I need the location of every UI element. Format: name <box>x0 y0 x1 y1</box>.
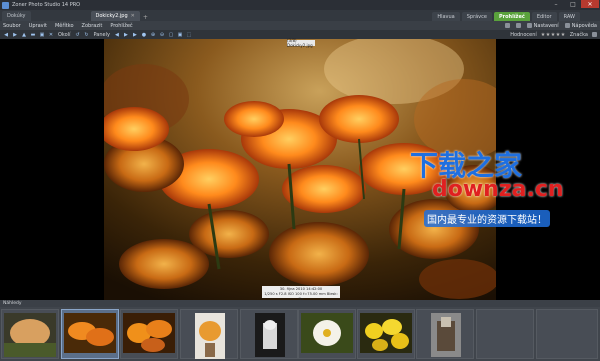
thumbnail-image <box>64 313 116 353</box>
minimize-button[interactable]: – <box>548 0 564 8</box>
tab-dokicky2[interactable]: Dokicky2.jpg ✕ <box>90 11 140 21</box>
fullscreen-icon[interactable]: ⬚ <box>186 32 192 38</box>
thumbnail-image <box>195 313 225 359</box>
play-icon[interactable]: ▶ <box>132 32 138 38</box>
next-icon[interactable]: ▶ <box>123 32 129 38</box>
add-tab-icon[interactable]: + <box>143 14 148 21</box>
menu-prohlizec[interactable]: Prohlížeč <box>110 23 132 29</box>
thumbnail-image <box>301 313 353 353</box>
thumbnail-empty-1 <box>476 309 534 359</box>
watermark-slogan: 国内最专业的资源下载站！ <box>424 210 550 227</box>
tab-dokuky[interactable]: Dokúky <box>2 11 31 21</box>
menu-upravit[interactable]: Upravit <box>29 23 47 29</box>
menu-nastaveni[interactable]: Nastavení <box>526 22 559 29</box>
filmstrip-label: Náhledy <box>3 301 22 306</box>
label-color-icon[interactable] <box>592 32 597 37</box>
thumbnail-image <box>360 313 412 353</box>
window-title: Zoner Photo Studio 14 PRO <box>12 2 81 8</box>
site-watermark: 下载之家 downza.cn 国内最专业的资源下载站！ <box>410 144 600 234</box>
photo-info-box: 30. října 2010 14:42:00 1/250 s F2.8 ISO… <box>262 286 340 301</box>
mode-hlavua[interactable]: Hlavua <box>432 12 460 21</box>
thumbnail-empty-2 <box>536 309 598 359</box>
title-bar: Zoner Photo Studio 14 PRO <box>0 0 600 10</box>
forward-icon[interactable]: ▶ <box>12 32 18 38</box>
thumbnail-6[interactable] <box>298 309 356 359</box>
prev-icon[interactable]: ◀ <box>114 32 120 38</box>
up-icon[interactable]: ▲ <box>21 32 27 38</box>
menu-napoveda[interactable]: Nápověda <box>564 22 597 29</box>
rotate-right-icon[interactable]: ↻ <box>84 32 90 38</box>
folder-icon[interactable]: ▬ <box>30 32 36 38</box>
zoom-in-icon[interactable]: ⊕ <box>150 32 156 38</box>
filmstrip-header: Náhledy <box>0 300 600 307</box>
thumbnail-4[interactable] <box>180 309 238 359</box>
thumbnail-2[interactable] <box>61 309 119 359</box>
thumbnail-image <box>4 313 56 357</box>
screen-icon[interactable] <box>515 23 521 28</box>
mode-raw[interactable]: RAW <box>558 12 580 21</box>
thumbnail-8[interactable] <box>416 309 474 359</box>
menu-meritko[interactable]: Měřítko <box>55 23 74 29</box>
menu-nastaveni-label: Nastavení <box>533 22 559 29</box>
hodnoceni-label: Hodnocení <box>510 31 537 38</box>
znacka-label: Značka <box>569 31 588 38</box>
info-icon[interactable]: ● <box>141 32 147 38</box>
thumbnail-7[interactable] <box>357 309 415 359</box>
menu-napoveda-label: Nápověda <box>571 22 597 29</box>
thumbnail-image <box>255 313 285 357</box>
panely-button[interactable]: Panely <box>94 32 110 38</box>
thumbnail-1[interactable] <box>1 309 59 359</box>
menu-bar: Soubor Upravit Měřítko Zobrazit Prohlíže… <box>0 21 600 30</box>
back-icon[interactable]: ◀ <box>3 32 9 38</box>
zoom-out-icon[interactable]: ⊖ <box>159 32 165 38</box>
fit-icon[interactable]: ▢ <box>168 32 174 38</box>
thumbnail-3[interactable] <box>120 309 178 359</box>
maximize-button[interactable]: □ <box>565 0 581 8</box>
mode-editor[interactable]: Editor <box>531 12 557 21</box>
thumbnail-5[interactable] <box>240 309 298 359</box>
help-icon <box>564 23 570 28</box>
tab-label: Dokicky2.jpg <box>95 13 128 19</box>
menu-zobrazit[interactable]: Zobrazit <box>82 23 103 29</box>
close-button[interactable]: ✕ <box>581 0 599 8</box>
layout-icon[interactable] <box>504 23 510 28</box>
rotate-left-icon[interactable]: ↺ <box>75 32 81 38</box>
mode-prohlizec[interactable]: Prohlížeč <box>493 12 530 21</box>
document-tab-bar: Dokúky Dokicky2.jpg ✕ + Hlavua Správce P… <box>0 10 600 21</box>
okoli-button[interactable]: Okolí <box>58 32 71 38</box>
mode-spravce[interactable]: Správce <box>461 12 492 21</box>
actual-size-icon[interactable]: ▣ <box>177 32 183 38</box>
delete-icon[interactable]: ✕ <box>48 32 54 38</box>
thumbnail-image <box>123 313 175 353</box>
file-name-label: (3/8) Dokicky2.jpg <box>287 38 315 48</box>
close-tab-icon[interactable]: ✕ <box>131 13 135 19</box>
rating-stars[interactable]: ★★★★★ <box>541 32 566 38</box>
filmstrip <box>0 307 600 361</box>
gear-icon <box>526 23 532 28</box>
menu-soubor[interactable]: Soubor <box>3 23 21 29</box>
copy-icon[interactable]: ▣ <box>39 32 45 38</box>
thumbnail-image <box>431 313 461 357</box>
app-icon <box>2 1 9 9</box>
tab-label: Dokúky <box>7 13 26 19</box>
watermark-domain: downza.cn <box>432 177 564 202</box>
mode-switcher: Hlavua Správce Prohlížeč Editor RAW <box>432 10 580 21</box>
